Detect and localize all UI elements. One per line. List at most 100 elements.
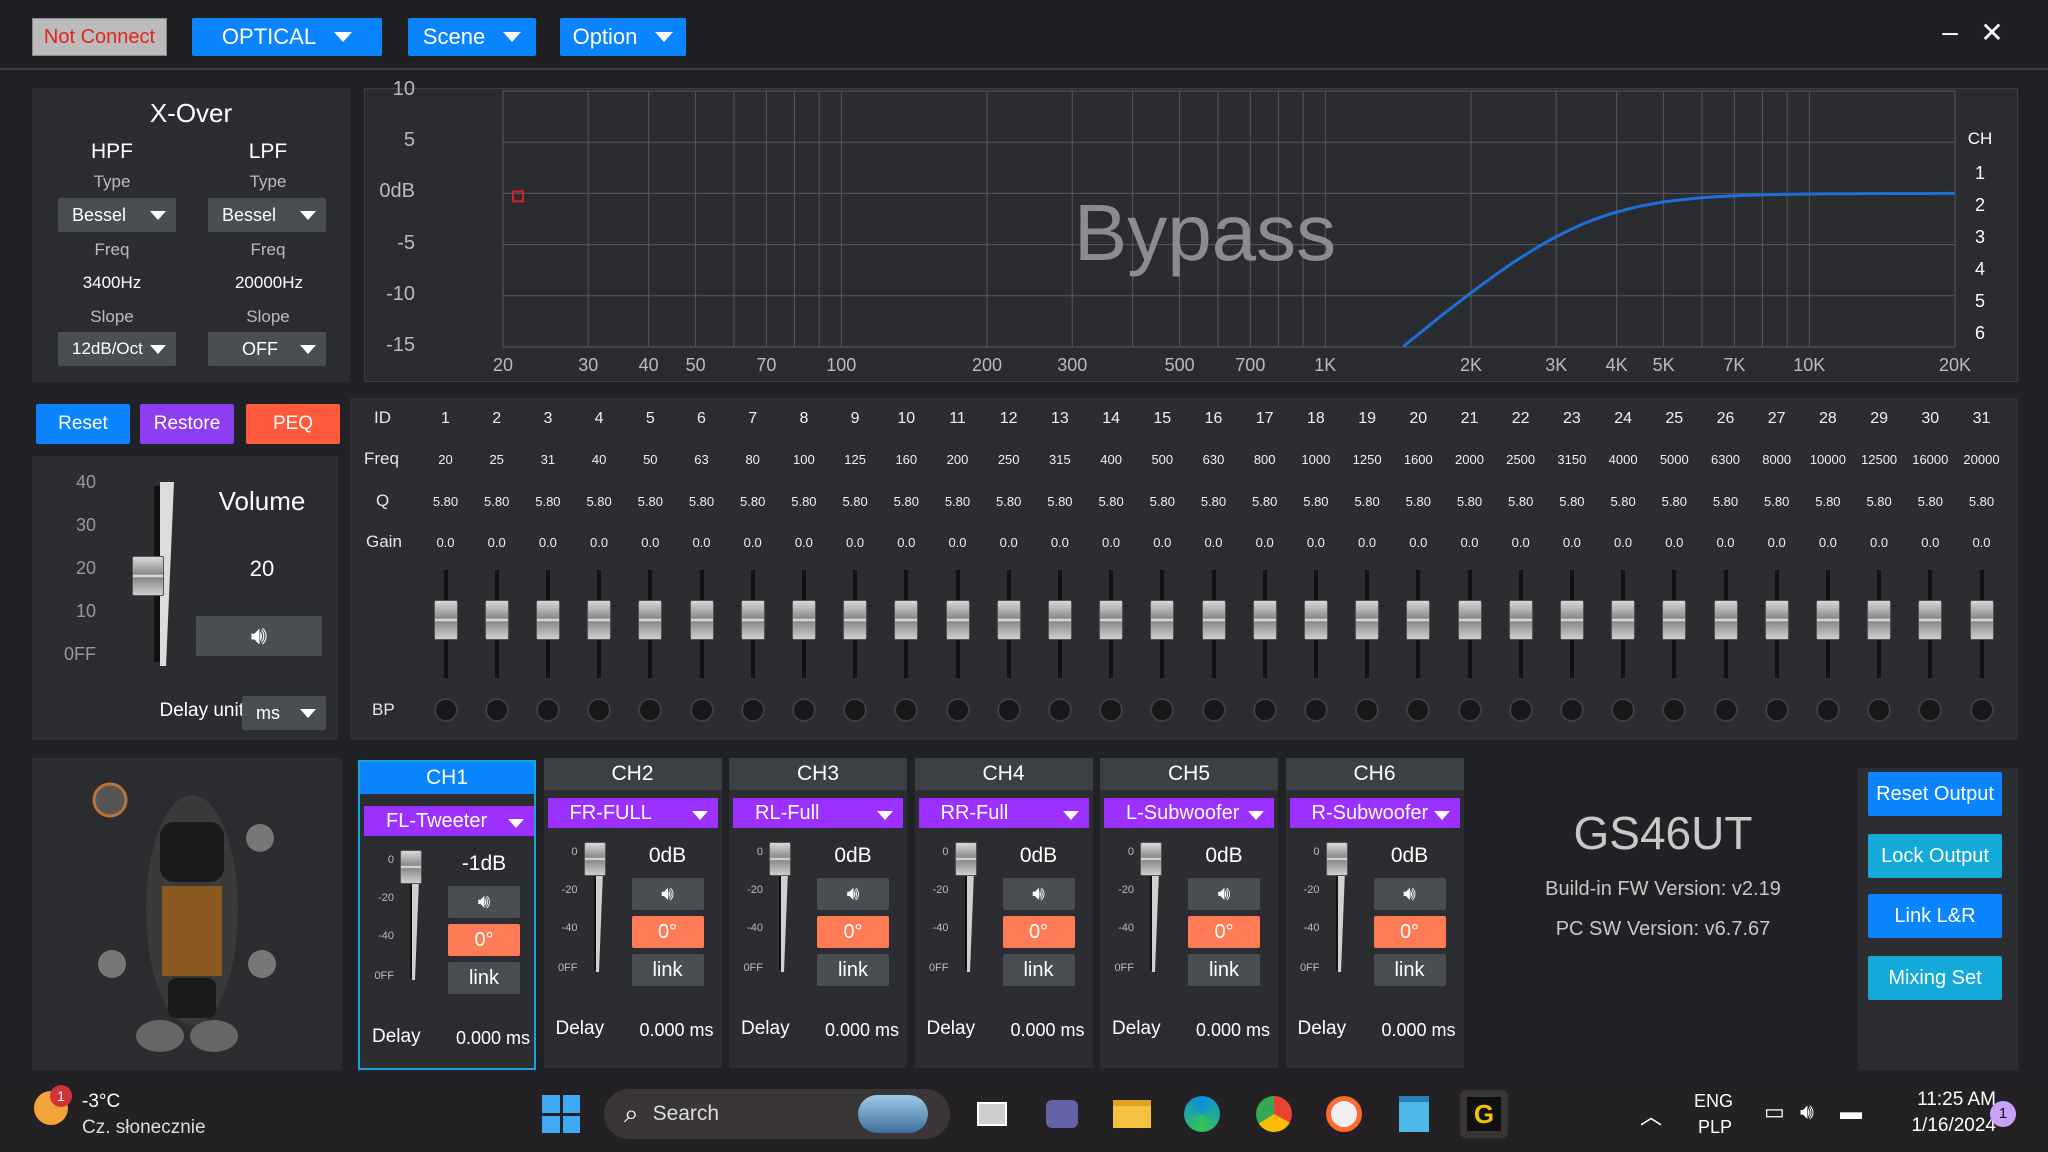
reset-output-button[interactable]: Reset Output (1868, 772, 2002, 816)
channel-fader-knob[interactable] (769, 842, 791, 876)
channel-link-button[interactable]: link (448, 962, 520, 994)
peq-band-freq[interactable]: 3150 (1546, 452, 1597, 467)
peq-band-gain[interactable]: 0.0 (1700, 535, 1751, 550)
channel-tab[interactable]: CH1 (360, 762, 534, 794)
peq-band-gain[interactable]: 0.0 (1444, 535, 1495, 550)
peq-fader-knob[interactable] (1559, 600, 1584, 640)
peq-fader-knob[interactable] (1969, 600, 1994, 640)
peq-band-freq[interactable]: 40 (574, 452, 625, 467)
peq-bypass-toggle[interactable] (894, 698, 919, 722)
peq-bypass-toggle[interactable] (791, 698, 816, 722)
channel-tab[interactable]: CH5 (1100, 758, 1278, 790)
peq-band-q[interactable]: 5.80 (420, 494, 471, 509)
peq-bypass-toggle[interactable] (1406, 698, 1431, 722)
channel-delay-value[interactable]: 0.000 ms (624, 1020, 713, 1041)
peq-band-gain[interactable]: 0.0 (1034, 535, 1085, 550)
peq-band-freq[interactable]: 50 (625, 452, 676, 467)
channel-fader-knob[interactable] (954, 842, 977, 876)
peq-band-gain[interactable]: 0.0 (983, 535, 1034, 550)
peq-band-freq[interactable]: 25 (471, 452, 522, 467)
channel-fader-knob[interactable] (1325, 842, 1348, 876)
peq-fader-knob[interactable] (1201, 600, 1226, 640)
peq-band-gain[interactable]: 0.0 (1239, 535, 1290, 550)
peq-bypass-toggle[interactable] (1969, 698, 1994, 722)
ch-list-item-6[interactable]: 6 (1955, 323, 2005, 344)
channel-phase-button[interactable]: 0° (631, 916, 704, 948)
peq-band-q[interactable]: 5.80 (830, 494, 881, 509)
peq-fader-knob[interactable] (1508, 600, 1533, 640)
peq-button[interactable]: PEQ (246, 404, 340, 444)
channel-mute-button[interactable]: 🔊︎ (1188, 878, 1260, 910)
peq-band-gain[interactable]: 0.0 (420, 535, 471, 550)
link-lr-button[interactable]: Link L&R (1868, 894, 2002, 938)
peq-band-q[interactable]: 5.80 (1495, 494, 1546, 509)
hpf-type-select[interactable]: Bessel (58, 198, 176, 232)
channel-preset-select[interactable]: RL-Full (733, 798, 903, 828)
peq-band-q[interactable]: 5.80 (1137, 494, 1188, 509)
peq-band-q[interactable]: 5.80 (574, 494, 625, 509)
channel-link-button[interactable]: link (1373, 954, 1446, 986)
peq-band-q[interactable]: 5.80 (522, 494, 573, 509)
peq-band-freq[interactable]: 63 (676, 452, 727, 467)
reset-button[interactable]: Reset (36, 404, 130, 444)
lpf-slope-select[interactable]: OFF (208, 332, 326, 366)
peq-band-gain[interactable]: 0.0 (676, 535, 727, 550)
channel-phase-button[interactable]: 0° (1188, 916, 1260, 948)
peq-band-q[interactable]: 5.80 (778, 494, 829, 509)
peq-fader-knob[interactable] (1252, 600, 1277, 640)
peq-band-freq[interactable]: 6300 (1700, 452, 1751, 467)
peq-band-freq[interactable]: 500 (1137, 452, 1188, 467)
connection-status[interactable]: Not Connect (32, 18, 167, 56)
peq-bypass-toggle[interactable] (1559, 698, 1584, 722)
peq-bypass-toggle[interactable] (1355, 698, 1380, 722)
peq-bypass-toggle[interactable] (1662, 698, 1687, 722)
peq-band-gain[interactable]: 0.0 (1905, 535, 1956, 550)
clock-time[interactable]: 11:25 AM (1886, 1089, 1996, 1111)
peq-band-gain[interactable]: 0.0 (1546, 535, 1597, 550)
app-icon[interactable] (1320, 1090, 1368, 1138)
peq-bypass-toggle[interactable] (587, 698, 612, 722)
peq-fader-knob[interactable] (535, 600, 560, 640)
peq-band-freq[interactable]: 200 (932, 452, 983, 467)
peq-bypass-toggle[interactable] (1867, 698, 1892, 722)
peq-band-q[interactable]: 5.80 (1751, 494, 1802, 509)
ch-list-item-2[interactable]: 2 (1955, 195, 2005, 216)
peq-band-q[interactable]: 5.80 (1239, 494, 1290, 509)
peq-bypass-toggle[interactable] (638, 698, 663, 722)
peq-band-gain[interactable]: 0.0 (1137, 535, 1188, 550)
peq-band-gain[interactable]: 0.0 (1854, 535, 1905, 550)
peq-bypass-toggle[interactable] (996, 698, 1021, 722)
peq-bypass-toggle[interactable] (484, 698, 509, 722)
peq-bypass-toggle[interactable] (433, 698, 458, 722)
peq-band-gain[interactable]: 0.0 (625, 535, 676, 550)
channel-link-button[interactable]: link (817, 954, 889, 986)
peq-band-q[interactable]: 5.80 (881, 494, 932, 509)
channel-preset-select[interactable]: RR-Full (918, 798, 1089, 828)
peq-fader-knob[interactable] (1815, 600, 1840, 640)
delay-unit-select[interactable]: ms (242, 696, 326, 730)
peq-bypass-toggle[interactable] (1047, 698, 1072, 722)
peq-band-q[interactable]: 5.80 (1905, 494, 1956, 509)
peq-band-q[interactable]: 5.80 (983, 494, 1034, 509)
lang-secondary[interactable]: PLP (1698, 1117, 1732, 1138)
peq-band-gain[interactable]: 0.0 (1598, 535, 1649, 550)
peq-bypass-toggle[interactable] (945, 698, 970, 722)
peq-band-gain[interactable]: 0.0 (1393, 535, 1444, 550)
peq-bypass-toggle[interactable] (1764, 698, 1789, 722)
channel-tab[interactable]: CH3 (729, 758, 907, 790)
battery-icon[interactable]: ▬ (1840, 1099, 1862, 1125)
peq-fader-knob[interactable] (1355, 600, 1380, 640)
channel-phase-button[interactable]: 0° (448, 924, 520, 956)
peq-band-gain[interactable]: 0.0 (932, 535, 983, 550)
peq-bypass-toggle[interactable] (1252, 698, 1277, 722)
peq-band-gain[interactable]: 0.0 (830, 535, 881, 550)
channel-phase-button[interactable]: 0° (1373, 916, 1446, 948)
peq-bypass-toggle[interactable] (1713, 698, 1738, 722)
peq-band-gain[interactable]: 0.0 (1649, 535, 1700, 550)
peq-band-freq[interactable]: 31 (522, 452, 573, 467)
peq-band-q[interactable]: 5.80 (471, 494, 522, 509)
peq-fader-knob[interactable] (791, 600, 816, 640)
peq-band-freq[interactable]: 315 (1034, 452, 1085, 467)
peq-band-q[interactable]: 5.80 (1598, 494, 1649, 509)
peq-bypass-toggle[interactable] (1815, 698, 1840, 722)
